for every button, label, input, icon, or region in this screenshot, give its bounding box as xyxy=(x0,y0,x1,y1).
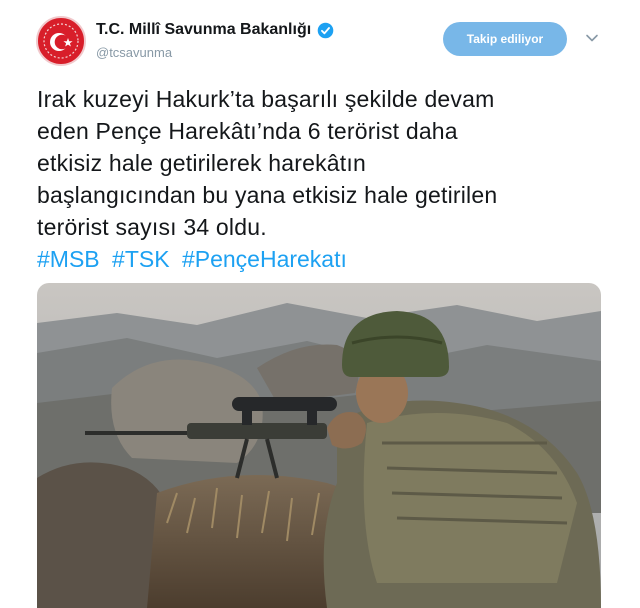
hashtag-tsk[interactable]: #TSK xyxy=(112,246,170,272)
tweet-text-line: etkisiz hale getirilerek harekâtın xyxy=(37,150,366,176)
hashtag-msb[interactable]: #MSB xyxy=(37,246,100,272)
tweet-text-line: terörist sayısı 34 oldu. xyxy=(37,214,267,240)
hashtag-pence-harekati[interactable]: #PençeHarekatı xyxy=(182,246,347,272)
chevron-down-icon[interactable] xyxy=(584,30,600,46)
verified-badge-icon xyxy=(317,22,334,38)
tweet-header: T.C. Millî Savunma Bakanlığı @tcsavunma … xyxy=(0,0,640,80)
account-name-row: T.C. Millî Savunma Bakanlığı xyxy=(96,21,334,39)
account-display-name[interactable]: T.C. Millî Savunma Bakanlığı xyxy=(96,21,311,39)
hashtag-list: #MSB #TSK #PençeHarekatı xyxy=(37,243,353,275)
soldier-sniper-photo xyxy=(37,283,601,608)
tweet-photo[interactable] xyxy=(37,283,601,608)
account-handle[interactable]: @tcsavunma xyxy=(96,45,172,60)
account-avatar[interactable] xyxy=(36,16,86,66)
tweet-text-line: eden Pençe Harekâtı’nda 6 terörist daha xyxy=(37,118,458,144)
crescent-star-emblem-icon xyxy=(40,20,82,62)
tweet-text: Irak kuzeyi Hakurk’ta başarılı şekilde d… xyxy=(37,83,617,243)
tweet-text-line: başlangıcından bu yana etkisiz hale geti… xyxy=(37,182,498,208)
following-button[interactable]: Takip ediliyor xyxy=(443,22,567,56)
tweet-text-line: Irak kuzeyi Hakurk’ta başarılı şekilde d… xyxy=(37,86,495,112)
